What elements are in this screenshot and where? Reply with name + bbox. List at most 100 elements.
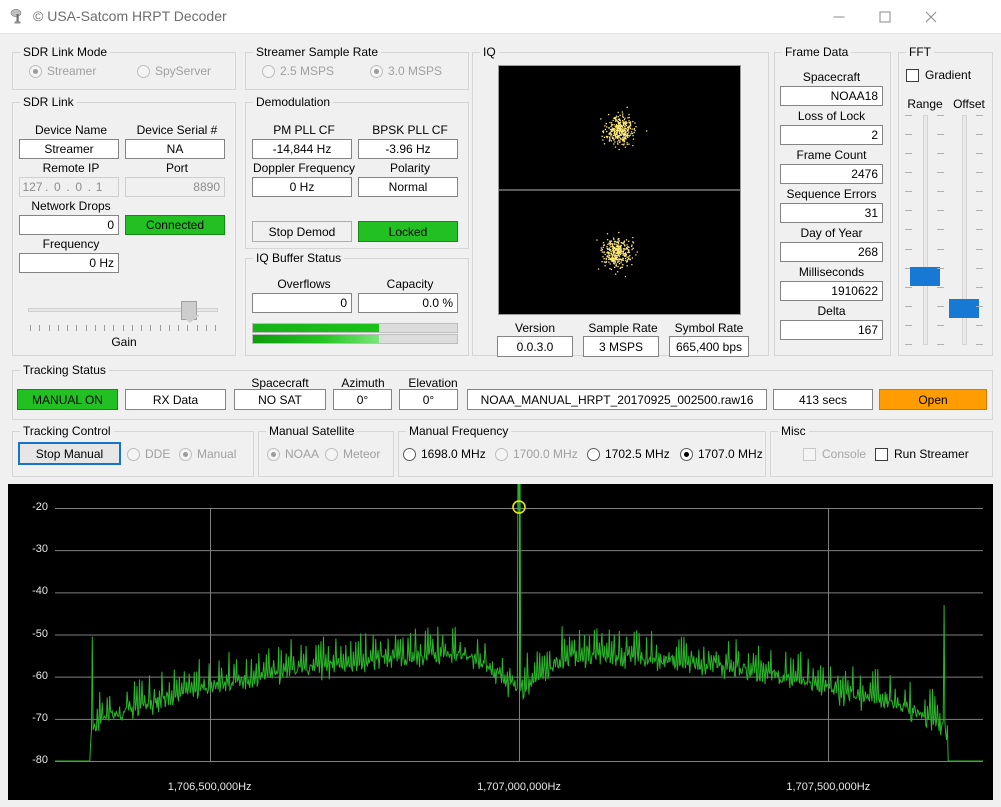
elapsed-time-field: 413 secs [773, 389, 873, 410]
spectrum-grid [55, 508, 983, 762]
version-field: 0.0.3.0 [497, 336, 573, 357]
radio-dot-icon [267, 447, 280, 461]
sample-rate-label: Sample Rate [588, 321, 658, 335]
iq-group: IQ Version Sample Rate Symbol Rate 0.0.3… [472, 45, 769, 357]
y-axis-tick-label: -60 [32, 669, 48, 682]
doppler-frequency-field[interactable]: 0 Hz [252, 177, 352, 197]
network-drops-field[interactable]: 0 [19, 215, 119, 235]
device-serial-field[interactable]: NA [125, 139, 225, 159]
minimize-button[interactable] [816, 0, 862, 33]
range-label: Range [907, 97, 943, 111]
frequency-label: Frequency [42, 237, 100, 251]
stop-manual-button[interactable]: Stop Manual [18, 442, 121, 465]
sequence-errors-field: 31 [780, 203, 883, 223]
demodulation-group: Demodulation PM PLL CF BPSK PLL CF -14,8… [245, 95, 469, 249]
version-label: Version [514, 321, 556, 335]
day-of-year-field: 268 [780, 242, 883, 262]
ip-octet-2: 0 [54, 180, 61, 194]
radio-1702p5-mhz[interactable]: 1702.5 MHz [587, 447, 670, 461]
checkbox-icon [803, 447, 816, 461]
radio-1700-mhz[interactable]: 1700.0 MHz [495, 447, 578, 461]
remote-ip-field[interactable]: 127 . 0 . 0 . 1 [19, 177, 119, 197]
radio-dot-icon [127, 447, 140, 461]
capacity-field[interactable]: 0.0 % [358, 293, 458, 313]
lock-status-badge: Locked [358, 221, 458, 242]
connection-status-badge: Connected [125, 215, 225, 235]
spacecraft-label: Spacecraft [802, 70, 861, 84]
radio-2p5-msps-label: 2.5 MSPS [280, 64, 335, 78]
azimuth-field: 0° [333, 389, 392, 410]
pm-pll-cf-label: PM PLL CF [273, 123, 335, 137]
overflows-field[interactable]: 0 [252, 293, 352, 313]
port-label: Port [165, 161, 188, 175]
iq-buffer-status-group: IQ Buffer Status Overflows Capacity 0 0.… [245, 251, 469, 356]
maximize-button[interactable] [862, 0, 908, 33]
sdr-link-mode-group: SDR Link Mode Streamer SpyServer [12, 45, 236, 90]
doppler-frequency-label: Doppler Frequency [252, 161, 356, 175]
radio-1707-mhz-label: 1707.0 MHz [698, 447, 763, 461]
gradient-checkbox[interactable]: Gradient [906, 68, 971, 82]
radio-spyserver[interactable]: SpyServer [137, 64, 211, 78]
iq-constellation-display[interactable] [498, 65, 741, 315]
radio-1698-mhz[interactable]: 1698.0 MHz [403, 447, 486, 461]
radio-meteor[interactable]: Meteor [325, 447, 380, 461]
console-label: Console [822, 447, 867, 461]
radio-3p0-msps[interactable]: 3.0 MSPS [370, 64, 442, 78]
application-window: © USA-Satcom HRPT Decoder SDR Link Mode … [0, 0, 1001, 807]
open-button[interactable]: Open [879, 389, 987, 410]
radio-noaa[interactable]: NOAA [267, 447, 319, 461]
run-streamer-checkbox[interactable]: Run Streamer [875, 447, 969, 461]
offset-slider-thumb[interactable] [949, 298, 979, 318]
gain-ticks [30, 325, 216, 331]
radio-2p5-msps[interactable]: 2.5 MSPS [262, 64, 334, 78]
radio-streamer[interactable]: Streamer [29, 64, 96, 78]
progress-fill [253, 335, 380, 343]
console-checkbox[interactable]: Console [803, 447, 866, 461]
port-field[interactable]: 8890 [125, 177, 225, 197]
spectrum-canvas [55, 386, 983, 762]
radio-1707-mhz[interactable]: 1707.0 MHz [680, 447, 763, 461]
gain-slider[interactable] [28, 300, 218, 321]
manual-frequency-group: Manual Frequency 1698.0 MHz 1700.0 MHz 1… [398, 424, 766, 477]
frequency-field[interactable]: 0 Hz [19, 253, 119, 273]
bpsk-pll-cf-field[interactable]: -3.96 Hz [358, 139, 458, 159]
radio-spyserver-label: SpyServer [155, 64, 212, 78]
frame-count-field: 2476 [780, 164, 883, 184]
capacity-label: Capacity [386, 277, 434, 291]
radio-manual[interactable]: Manual [179, 447, 236, 461]
spectrum-display[interactable]: -20 -30 -40 -50 -60 -70 -80 1,706,500,00… [8, 386, 993, 800]
radio-dot-icon [325, 447, 338, 461]
offset-slider[interactable] [949, 115, 979, 345]
polarity-field[interactable]: Normal [358, 177, 458, 197]
radio-dot-icon [29, 64, 42, 78]
streamer-sample-rate-caption: Streamer Sample Rate [253, 45, 382, 59]
radio-dde[interactable]: DDE [127, 447, 170, 461]
y-axis-tick-label: -50 [32, 627, 48, 640]
range-slider[interactable] [910, 115, 940, 345]
iq-buffer-progress-2 [252, 334, 458, 344]
radio-1700-mhz-label: 1700.0 MHz [513, 447, 578, 461]
elevation-field: 0° [399, 389, 458, 410]
radio-dot-icon [262, 64, 275, 78]
radio-dot-icon [370, 64, 383, 78]
pm-pll-cf-field[interactable]: -14,844 Hz [252, 139, 352, 159]
minimize-icon [833, 16, 845, 17]
gain-slider-thumb[interactable] [181, 301, 198, 320]
sample-rate-field: 3 MSPS [583, 336, 659, 357]
device-name-field[interactable]: Streamer [19, 139, 119, 159]
radio-dot-icon [680, 447, 693, 461]
stop-demod-button[interactable]: Stop Demod [252, 221, 352, 242]
streamer-sample-rate-group: Streamer Sample Rate 2.5 MSPS 3.0 MSPS [245, 45, 469, 90]
radio-dot-icon [137, 64, 150, 78]
sequence-errors-label: Sequence Errors [786, 187, 877, 201]
radio-dot-icon [495, 447, 508, 461]
azimuth-label: Azimuth [341, 376, 385, 390]
y-axis-tick-label: -20 [32, 501, 48, 513]
manual-satellite-caption: Manual Satellite [266, 424, 358, 438]
close-button[interactable] [908, 0, 954, 33]
radio-1702p5-mhz-label: 1702.5 MHz [605, 447, 670, 461]
range-ticks-right [937, 115, 944, 345]
range-slider-thumb[interactable] [910, 266, 940, 286]
tracking-control-group: Tracking Control Stop Manual DDE Manual [12, 424, 254, 477]
x-axis-tick-label: 1,706,500,000Hz [167, 781, 252, 793]
